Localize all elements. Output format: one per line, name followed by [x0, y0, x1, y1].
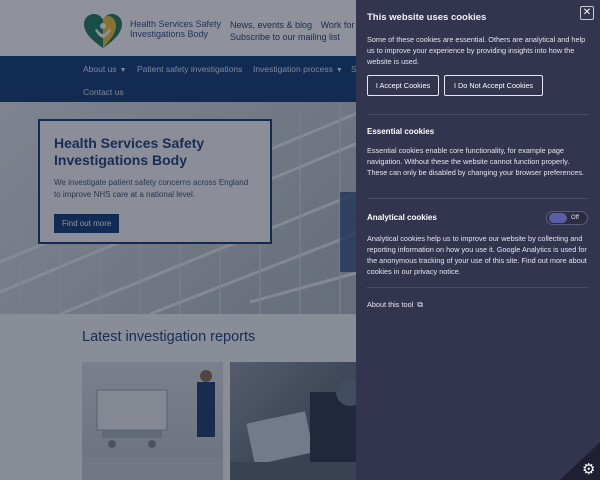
divider [367, 114, 589, 115]
divider [367, 198, 589, 199]
about-link-label: About this tool [367, 300, 414, 309]
page-dim-overlay [0, 0, 356, 480]
analytical-cookies-text: Analytical cookies help us to improve ou… [367, 234, 587, 276]
essential-cookies-text: Essential cookies enable core functional… [367, 146, 585, 177]
cookie-panel-title: This website uses cookies [367, 12, 487, 23]
close-icon[interactable]: ✕ [580, 6, 594, 20]
divider [367, 287, 589, 288]
toggle-knob [549, 213, 567, 223]
cookie-panel: This website uses cookies Some of these … [356, 0, 600, 480]
decline-cookies-button[interactable]: I Do Not Accept Cookies [444, 75, 543, 96]
external-link-icon: ⧉ [417, 300, 423, 309]
toggle-state-label: Off [571, 215, 579, 221]
about-this-tool-link[interactable]: About this tool ⧉ [367, 300, 423, 310]
accept-cookies-button[interactable]: I Accept Cookies [367, 75, 439, 96]
gear-icon: ⚙ [582, 461, 596, 478]
analytical-cookies-heading: Analytical cookies [367, 213, 437, 222]
analytical-cookies-toggle[interactable]: Off [546, 211, 588, 225]
page: Health Services Safety Investigations Bo… [0, 0, 600, 480]
cookie-intro-text: Some of these cookies are essential. Oth… [367, 35, 586, 66]
essential-cookies-heading: Essential cookies [367, 127, 435, 136]
